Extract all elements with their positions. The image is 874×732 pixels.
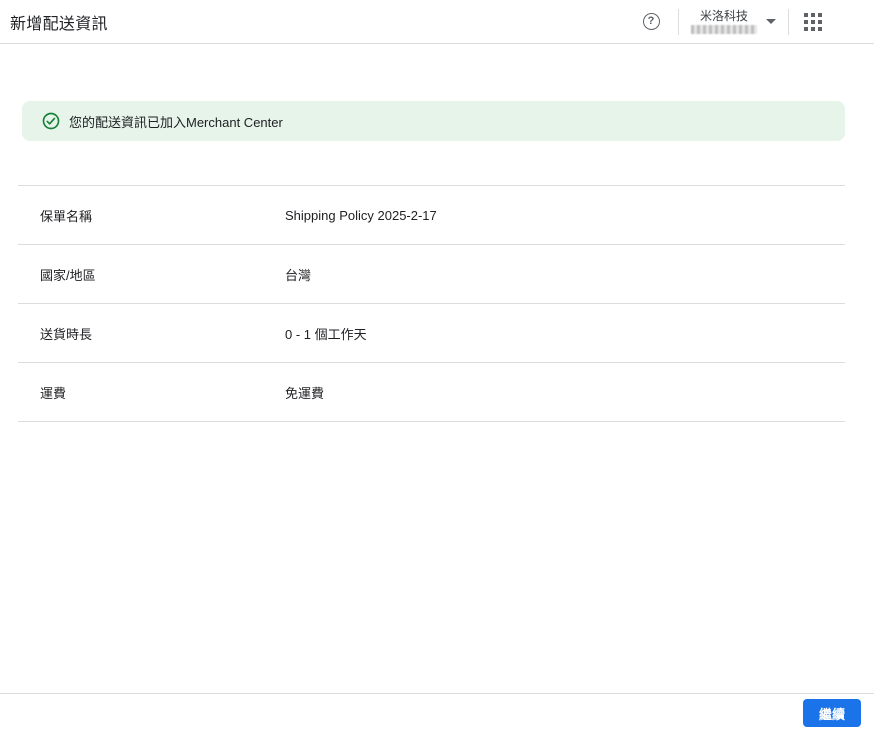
header-divider (678, 8, 679, 35)
table-row-delivery-time: 送貨時長 0 - 1 個工作天 (18, 304, 845, 363)
table-row-shipping-cost: 運費 免運費 (18, 363, 845, 422)
check-circle-icon (42, 112, 60, 130)
header-divider (788, 8, 789, 35)
success-banner: 您的配送資訊已加入Merchant Center (22, 101, 845, 141)
row-value: 台灣 (285, 267, 312, 283)
footer-action-bar: 繼續 (0, 693, 874, 732)
help-button[interactable] (636, 7, 666, 37)
row-label: 國家/地區 (40, 267, 96, 283)
row-value: 免運費 (285, 385, 325, 401)
top-app-bar: 新增配送資訊 米洛科技 (0, 0, 874, 44)
account-switcher[interactable]: 米洛科技 (691, 10, 776, 34)
row-label: 保單名稱 (40, 208, 93, 224)
continue-button[interactable]: 繼續 (803, 699, 861, 727)
row-value: 0 - 1 個工作天 (285, 326, 367, 342)
success-message: 您的配送資訊已加入Merchant Center (69, 114, 283, 130)
table-row-country: 國家/地區 台灣 (18, 245, 845, 304)
account-info: 米洛科技 (691, 10, 757, 34)
account-name: 米洛科技 (699, 8, 748, 23)
row-label: 運費 (40, 385, 67, 401)
help-circle-icon (642, 13, 660, 30)
page-title: 新增配送資訊 (10, 15, 108, 33)
shipping-details-table: 保單名稱 Shipping Policy 2025-2-17 國家/地區 台灣 … (18, 185, 845, 422)
header-actions: 米洛科技 (636, 7, 874, 37)
table-row-policy-name: 保單名稱 Shipping Policy 2025-2-17 (18, 186, 845, 245)
account-id-redacted (691, 24, 757, 34)
chevron-down-icon (766, 19, 776, 24)
apps-grid-button[interactable] (804, 12, 822, 31)
row-label: 送貨時長 (40, 326, 93, 342)
row-value: Shipping Policy 2025-2-17 (285, 207, 437, 223)
apps-grid-icon (804, 12, 808, 17)
